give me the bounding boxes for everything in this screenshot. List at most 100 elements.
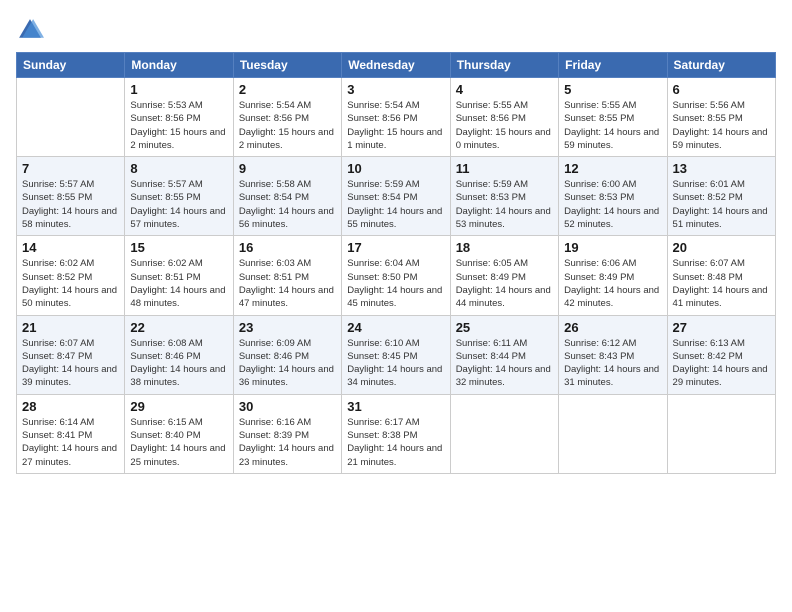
calendar-cell: 29Sunrise: 6:15 AMSunset: 8:40 PMDayligh…	[125, 394, 233, 473]
calendar-row: 21 Sunrise: 6:07 AMSunset: 8:47 PMDayligh…	[17, 315, 776, 394]
calendar-cell: 2 Sunrise: 5:54 AMSunset: 8:56 PMDaylight…	[233, 78, 341, 157]
cell-info: Sunrise: 6:15 AMSunset: 8:40 PMDaylight:…	[130, 416, 227, 469]
header-saturday: Saturday	[667, 53, 775, 78]
cell-day-number: 1	[130, 82, 227, 97]
calendar-cell: 31 Sunrise: 6:17 AMSunset: 8:38 PMDayligh…	[342, 394, 450, 473]
cell-day-number: 17	[347, 240, 444, 255]
header-sunday: Sunday	[17, 53, 125, 78]
cell-info: Sunrise: 5:59 AMSunset: 8:53 PMDaylight:…	[456, 178, 553, 231]
calendar-cell: 16 Sunrise: 6:03 AMSunset: 8:51 PMDayligh…	[233, 236, 341, 315]
calendar-cell: 28 Sunrise: 6:14 AMSunset: 8:41 PMDayligh…	[17, 394, 125, 473]
calendar-header-row: SundayMondayTuesdayWednesdayThursdayFrid…	[17, 53, 776, 78]
cell-day-number: 6	[673, 82, 770, 97]
calendar-cell	[17, 78, 125, 157]
cell-day-number: 27	[673, 320, 770, 335]
cell-day-number: 23	[239, 320, 336, 335]
calendar-cell: 5Sunrise: 5:55 AMSunset: 8:55 PMDaylight…	[559, 78, 667, 157]
cell-day-number: 28	[22, 399, 119, 414]
cell-day-number: 3	[347, 82, 444, 97]
header-friday: Friday	[559, 53, 667, 78]
cell-info: Sunrise: 6:00 AMSunset: 8:53 PMDaylight:…	[564, 178, 661, 231]
calendar-cell: 10 Sunrise: 5:59 AMSunset: 8:54 PMDayligh…	[342, 157, 450, 236]
cell-day-number: 30	[239, 399, 336, 414]
cell-day-number: 14	[22, 240, 119, 255]
cell-day-number: 15	[130, 240, 227, 255]
cell-info: Sunrise: 6:05 AMSunset: 8:49 PMDaylight:…	[456, 257, 553, 310]
cell-info: Sunrise: 6:11 AMSunset: 8:44 PMDaylight:…	[456, 337, 553, 390]
cell-day-number: 5	[564, 82, 661, 97]
calendar-cell: 15 Sunrise: 6:02 AMSunset: 8:51 PMDayligh…	[125, 236, 233, 315]
calendar-cell: 11Sunrise: 5:59 AMSunset: 8:53 PMDayligh…	[450, 157, 558, 236]
cell-info: Sunrise: 5:54 AMSunset: 8:56 PMDaylight:…	[239, 99, 336, 152]
cell-info: Sunrise: 5:53 AMSunset: 8:56 PMDaylight:…	[130, 99, 227, 152]
calendar-cell: 27 Sunrise: 6:13 AMSunset: 8:42 PMDayligh…	[667, 315, 775, 394]
cell-day-number: 13	[673, 161, 770, 176]
cell-day-number: 20	[673, 240, 770, 255]
calendar-cell	[450, 394, 558, 473]
calendar-cell: 8Sunrise: 5:57 AMSunset: 8:55 PMDaylight…	[125, 157, 233, 236]
header-monday: Monday	[125, 53, 233, 78]
calendar-cell: 14 Sunrise: 6:02 AMSunset: 8:52 PMDayligh…	[17, 236, 125, 315]
calendar-row: 28 Sunrise: 6:14 AMSunset: 8:41 PMDayligh…	[17, 394, 776, 473]
calendar-row: 1 Sunrise: 5:53 AMSunset: 8:56 PMDaylight…	[17, 78, 776, 157]
calendar-cell: 25 Sunrise: 6:11 AMSunset: 8:44 PMDayligh…	[450, 315, 558, 394]
cell-info: Sunrise: 6:02 AMSunset: 8:52 PMDaylight:…	[22, 257, 119, 310]
cell-day-number: 22	[130, 320, 227, 335]
page-header	[16, 16, 776, 44]
cell-info: Sunrise: 6:01 AMSunset: 8:52 PMDaylight:…	[673, 178, 770, 231]
header-thursday: Thursday	[450, 53, 558, 78]
cell-info: Sunrise: 6:03 AMSunset: 8:51 PMDaylight:…	[239, 257, 336, 310]
cell-day-number: 16	[239, 240, 336, 255]
cell-info: Sunrise: 5:59 AMSunset: 8:54 PMDaylight:…	[347, 178, 444, 231]
cell-day-number: 21	[22, 320, 119, 335]
calendar-cell: 17 Sunrise: 6:04 AMSunset: 8:50 PMDayligh…	[342, 236, 450, 315]
cell-info: Sunrise: 6:07 AMSunset: 8:47 PMDaylight:…	[22, 337, 119, 390]
calendar-cell: 9Sunrise: 5:58 AMSunset: 8:54 PMDaylight…	[233, 157, 341, 236]
calendar-cell	[667, 394, 775, 473]
cell-day-number: 2	[239, 82, 336, 97]
cell-day-number: 10	[347, 161, 444, 176]
cell-info: Sunrise: 6:02 AMSunset: 8:51 PMDaylight:…	[130, 257, 227, 310]
cell-info: Sunrise: 6:13 AMSunset: 8:42 PMDaylight:…	[673, 337, 770, 390]
calendar-cell: 19Sunrise: 6:06 AMSunset: 8:49 PMDayligh…	[559, 236, 667, 315]
calendar-cell: 12 Sunrise: 6:00 AMSunset: 8:53 PMDayligh…	[559, 157, 667, 236]
calendar-cell: 20Sunrise: 6:07 AMSunset: 8:48 PMDayligh…	[667, 236, 775, 315]
calendar-cell: 3 Sunrise: 5:54 AMSunset: 8:56 PMDaylight…	[342, 78, 450, 157]
calendar-table: SundayMondayTuesdayWednesdayThursdayFrid…	[16, 52, 776, 474]
cell-day-number: 31	[347, 399, 444, 414]
calendar-cell: 13 Sunrise: 6:01 AMSunset: 8:52 PMDayligh…	[667, 157, 775, 236]
cell-day-number: 4	[456, 82, 553, 97]
cell-info: Sunrise: 6:17 AMSunset: 8:38 PMDaylight:…	[347, 416, 444, 469]
calendar-cell: 4 Sunrise: 5:55 AMSunset: 8:56 PMDaylight…	[450, 78, 558, 157]
calendar-cell: 18 Sunrise: 6:05 AMSunset: 8:49 PMDayligh…	[450, 236, 558, 315]
calendar-cell: 23Sunrise: 6:09 AMSunset: 8:46 PMDayligh…	[233, 315, 341, 394]
cell-day-number: 18	[456, 240, 553, 255]
cell-day-number: 12	[564, 161, 661, 176]
cell-day-number: 8	[130, 161, 227, 176]
calendar-row: 14 Sunrise: 6:02 AMSunset: 8:52 PMDayligh…	[17, 236, 776, 315]
cell-info: Sunrise: 5:54 AMSunset: 8:56 PMDaylight:…	[347, 99, 444, 152]
calendar-cell: 26 Sunrise: 6:12 AMSunset: 8:43 PMDayligh…	[559, 315, 667, 394]
cell-info: Sunrise: 5:57 AMSunset: 8:55 PMDaylight:…	[22, 178, 119, 231]
cell-info: Sunrise: 6:04 AMSunset: 8:50 PMDaylight:…	[347, 257, 444, 310]
calendar-row: 7 Sunrise: 5:57 AMSunset: 8:55 PMDaylight…	[17, 157, 776, 236]
cell-info: Sunrise: 6:16 AMSunset: 8:39 PMDaylight:…	[239, 416, 336, 469]
cell-day-number: 25	[456, 320, 553, 335]
logo	[16, 16, 48, 44]
cell-info: Sunrise: 5:58 AMSunset: 8:54 PMDaylight:…	[239, 178, 336, 231]
cell-day-number: 19	[564, 240, 661, 255]
cell-day-number: 26	[564, 320, 661, 335]
calendar-cell	[559, 394, 667, 473]
calendar-cell: 7 Sunrise: 5:57 AMSunset: 8:55 PMDaylight…	[17, 157, 125, 236]
cell-info: Sunrise: 6:10 AMSunset: 8:45 PMDaylight:…	[347, 337, 444, 390]
cell-info: Sunrise: 5:56 AMSunset: 8:55 PMDaylight:…	[673, 99, 770, 152]
calendar-cell: 21 Sunrise: 6:07 AMSunset: 8:47 PMDayligh…	[17, 315, 125, 394]
calendar-cell: 1 Sunrise: 5:53 AMSunset: 8:56 PMDaylight…	[125, 78, 233, 157]
cell-info: Sunrise: 6:12 AMSunset: 8:43 PMDaylight:…	[564, 337, 661, 390]
cell-day-number: 7	[22, 161, 119, 176]
logo-icon	[16, 16, 44, 44]
header-tuesday: Tuesday	[233, 53, 341, 78]
cell-info: Sunrise: 6:14 AMSunset: 8:41 PMDaylight:…	[22, 416, 119, 469]
cell-day-number: 24	[347, 320, 444, 335]
cell-info: Sunrise: 5:55 AMSunset: 8:56 PMDaylight:…	[456, 99, 553, 152]
